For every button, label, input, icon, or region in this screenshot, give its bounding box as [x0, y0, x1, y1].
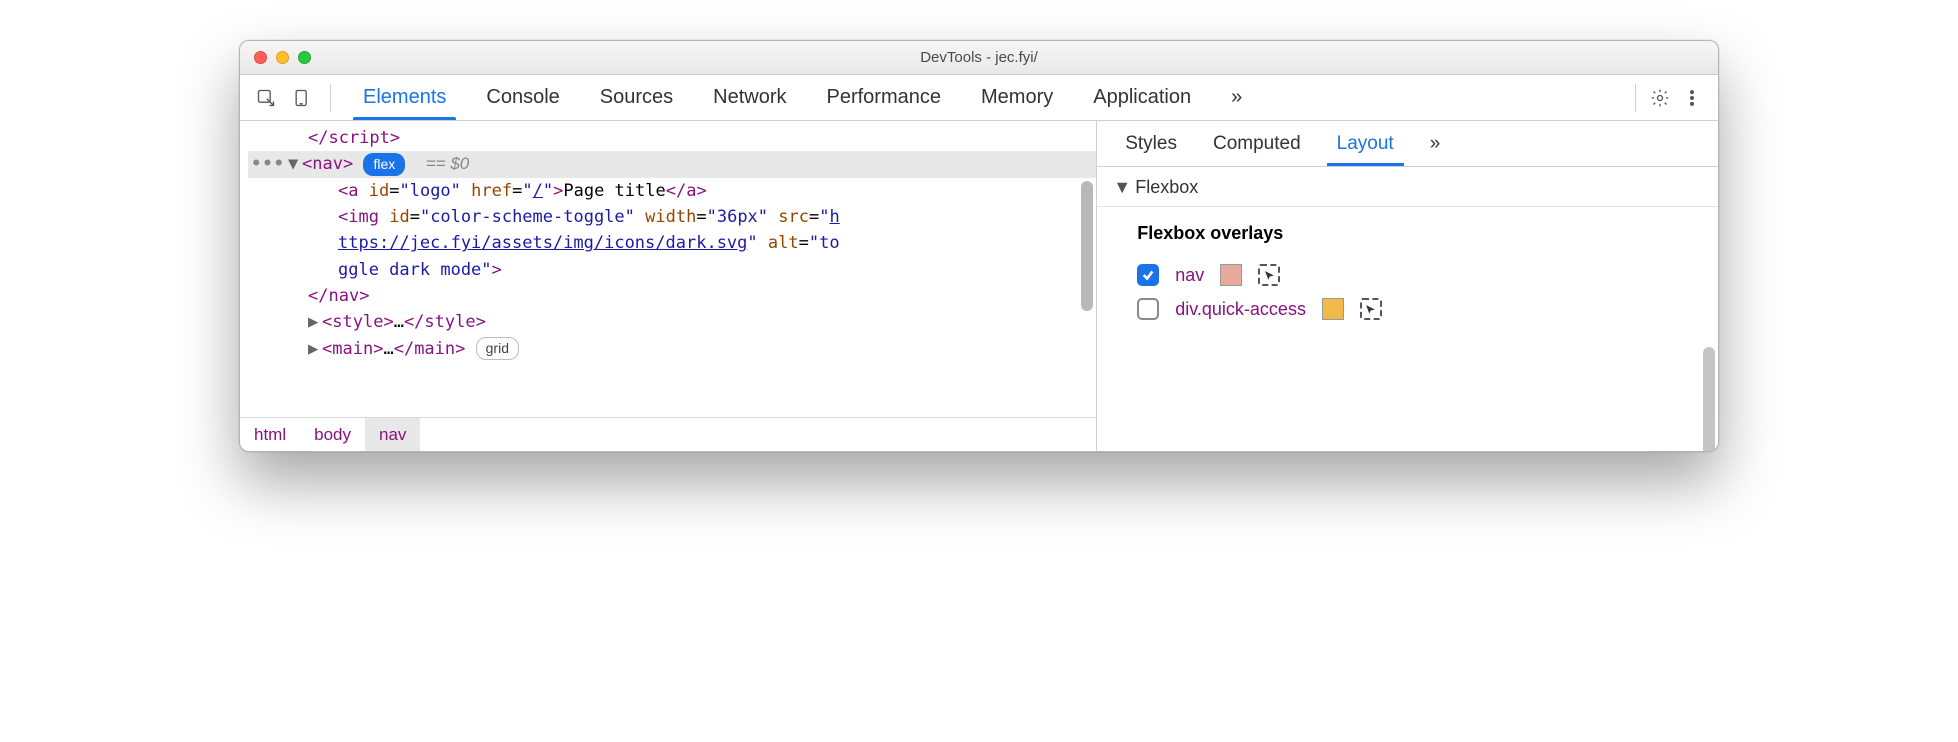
tab-styles[interactable]: Styles [1107, 121, 1195, 166]
main-toolbar: Elements Console Sources Network Perform… [240, 75, 1718, 121]
overlay-row: nav [1097, 258, 1718, 292]
tab-computed[interactable]: Computed [1195, 121, 1319, 166]
overlay-name[interactable]: nav [1175, 265, 1204, 286]
breadcrumb-item[interactable]: body [300, 418, 365, 451]
overlay-checkbox[interactable] [1137, 298, 1159, 320]
expand-toggle-icon[interactable]: ▼ [1113, 177, 1127, 198]
dom-line[interactable]: ▶<main>…</main> grid [248, 336, 1096, 362]
dom-line[interactable]: <a id="logo" href="/">Page title</a> [248, 178, 1096, 204]
scrollbar-thumb[interactable] [1081, 181, 1093, 311]
panel-tabs: Elements Console Sources Network Perform… [343, 75, 1262, 120]
devtools-window: DevTools - jec.fyi/ Elements Console Sou… [239, 40, 1719, 452]
dom-line[interactable]: </script​> [248, 125, 1096, 151]
grid-badge[interactable]: grid [476, 337, 519, 361]
kebab-menu-icon[interactable] [1676, 82, 1708, 114]
layout-pane: ▼ Flexbox Flexbox overlays nav [1097, 167, 1718, 451]
dom-selected-row[interactable]: ••• ▼ <nav> flex == $0 [248, 151, 1096, 177]
breadcrumb: html body nav [240, 417, 1096, 451]
scrollbar-thumb[interactable] [1703, 347, 1715, 451]
dom-line[interactable]: <img id="color-scheme-toggle" width="36p… [248, 204, 1096, 230]
styles-sidebar: Styles Computed Layout » ▼ Flexbox Flexb… [1097, 121, 1718, 451]
tab-memory[interactable]: Memory [961, 75, 1073, 120]
dom-line[interactable]: ▶<style>…</style> [248, 309, 1096, 335]
overlay-checkbox[interactable] [1137, 264, 1159, 286]
color-swatch[interactable] [1220, 264, 1242, 286]
separator [1635, 84, 1636, 112]
expand-toggle-icon[interactable]: ▼ [288, 151, 302, 177]
tab-sources[interactable]: Sources [580, 75, 693, 120]
overlay-row: div.quick-access [1097, 292, 1718, 326]
selected-indicator: == $0 [426, 151, 470, 177]
scrollbar-track[interactable] [1700, 167, 1718, 451]
ellipsis-icon[interactable]: ••• [248, 151, 288, 177]
overlay-name[interactable]: div.quick-access [1175, 299, 1306, 320]
expand-toggle-icon[interactable]: ▶ [308, 336, 322, 362]
tab-performance[interactable]: Performance [807, 75, 962, 120]
tab-console[interactable]: Console [466, 75, 579, 120]
flex-badge[interactable]: flex [363, 153, 405, 177]
breadcrumb-item[interactable]: nav [365, 418, 420, 451]
dom-line[interactable]: </nav> [248, 283, 1096, 309]
settings-gear-icon[interactable] [1644, 82, 1676, 114]
sidebar-tabs-overflow[interactable]: » [1412, 121, 1459, 166]
color-swatch[interactable] [1322, 298, 1344, 320]
inspect-element-icon[interactable] [250, 82, 282, 114]
elements-panel: </script​> ••• ▼ <nav> flex == $0 <a id=… [240, 121, 1097, 451]
tab-application[interactable]: Application [1073, 75, 1211, 120]
dom-line[interactable]: ggle dark mode"> [248, 257, 1096, 283]
tab-network[interactable]: Network [693, 75, 806, 120]
window-title: DevTools - jec.fyi/ [240, 49, 1718, 66]
tab-layout[interactable]: Layout [1319, 121, 1412, 166]
element-selector-icon[interactable] [1360, 298, 1382, 320]
flexbox-section-header[interactable]: ▼ Flexbox [1097, 167, 1718, 207]
tabs-overflow-button[interactable]: » [1211, 75, 1262, 120]
element-selector-icon[interactable] [1258, 264, 1280, 286]
sidebar-tabs: Styles Computed Layout » [1097, 121, 1718, 167]
dom-line[interactable]: ttps://jec.fyi/assets/img/icons/dark.svg… [248, 230, 1096, 256]
titlebar: DevTools - jec.fyi/ [240, 41, 1718, 75]
overlays-subtitle: Flexbox overlays [1097, 207, 1718, 258]
tab-elements[interactable]: Elements [343, 75, 466, 120]
expand-toggle-icon[interactable]: ▶ [308, 309, 322, 335]
breadcrumb-item[interactable]: html [240, 418, 300, 451]
main-split: </script​> ••• ▼ <nav> flex == $0 <a id=… [240, 121, 1718, 451]
separator [330, 84, 331, 112]
section-title: Flexbox [1135, 177, 1198, 198]
device-toolbar-icon[interactable] [286, 82, 318, 114]
dom-tree[interactable]: </script​> ••• ▼ <nav> flex == $0 <a id=… [240, 121, 1096, 417]
